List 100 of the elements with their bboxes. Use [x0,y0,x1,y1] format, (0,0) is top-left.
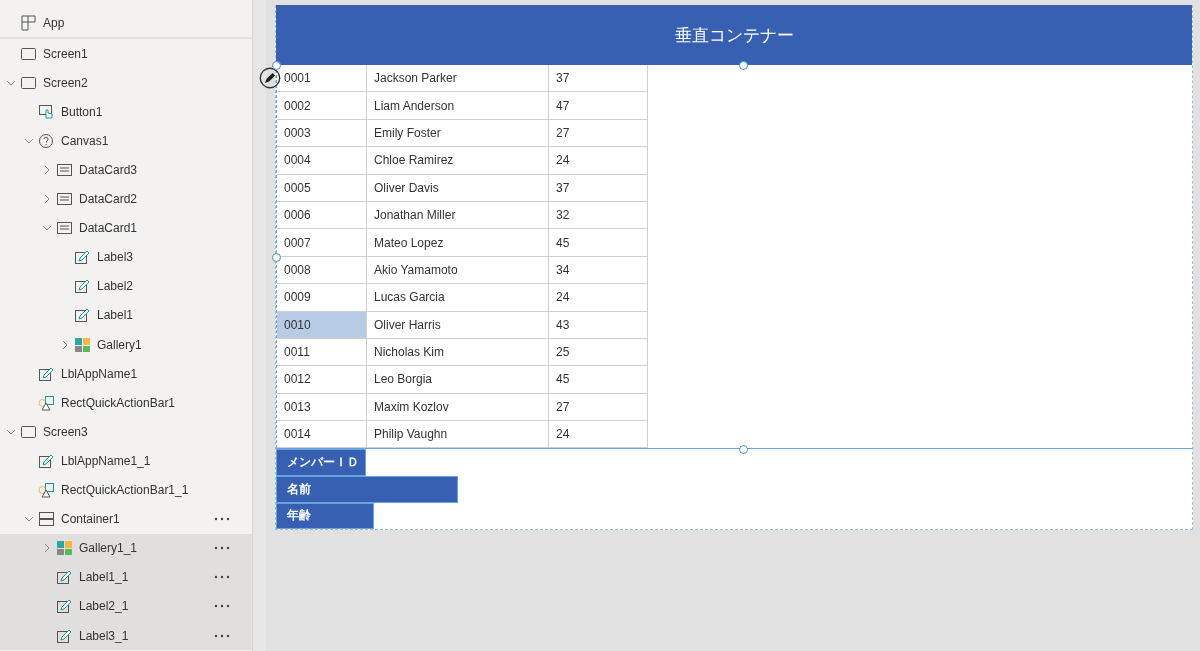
table-cell: 0003 [277,119,367,147]
table-cell: 0004 [277,147,367,174]
table-cell: 37 [549,65,648,92]
more-icon[interactable] [214,604,231,609]
more-icon[interactable] [214,633,231,638]
pencil-icon [56,627,74,644]
pencil-icon [74,278,92,295]
table-cell: Mateo Lopez [367,229,549,256]
chevron-down-icon[interactable] [42,225,52,232]
tree-item-label[interactable]: Label3 [97,250,253,265]
tree-item-label[interactable]: Screen2 [43,75,253,90]
chevron-right-icon[interactable] [44,194,50,205]
table-cell: 0009 [277,284,367,311]
chevron-down-icon[interactable] [24,137,34,144]
pencil-icon [74,249,92,266]
tree-item-label[interactable]: Screen1 [43,46,253,61]
tree-item-label[interactable]: Gallery1 [97,337,253,352]
table-cell: 45 [549,366,648,393]
table-cell: 45 [549,229,648,256]
table-cell: Lucas Garcia [367,284,549,311]
pencil-icon [38,452,56,469]
edit-icon[interactable] [259,67,281,89]
pencil-icon [74,307,92,324]
table-cell: Emily Foster [367,119,549,147]
table-cell: 34 [549,256,648,284]
table-cell: Akio Yamamoto [367,256,549,284]
pointer-icon [38,103,56,120]
table-cell: 0010 [277,311,367,338]
table-cell: 47 [549,92,648,119]
chevron-right-icon[interactable] [44,543,50,554]
table-cell: 0014 [277,421,367,448]
stack-icon [38,511,56,528]
table-cell: 0011 [277,338,367,366]
grid-icon [20,14,38,31]
table-cell: 24 [549,421,648,448]
resize-handle[interactable] [272,61,281,70]
table-cell: 24 [549,147,648,174]
tree-item-label[interactable]: DataCard2 [79,192,253,207]
pencil-icon [56,598,74,615]
card-icon [56,162,74,178]
tree-item-label[interactable]: Label2 [97,279,253,294]
chevron-right-icon[interactable] [62,339,68,350]
tree-item-label[interactable]: Label1 [97,308,253,323]
table-cell: 25 [549,338,648,366]
pencil-icon [38,365,56,382]
table-cell: Oliver Harris [367,311,549,338]
table-cell: Chloe Ramirez [367,147,549,174]
chevron-right-icon[interactable] [44,165,50,175]
table-cell: 27 [549,393,648,421]
chevron-down-icon[interactable] [6,79,16,86]
label-control[interactable]: 名前 [276,476,458,503]
tiles-icon [74,336,92,353]
table-cell: Jackson Parker [367,65,549,92]
table-cell: 0002 [277,92,367,119]
tree-item-label[interactable]: LblAppName1_1 [61,453,253,468]
shapes-icon [38,394,56,411]
table-cell: 0005 [277,174,367,201]
table-cell: Philip Vaughn [367,421,549,448]
screen-icon [20,74,38,91]
table-cell: Nicholas Kim [367,338,549,366]
resize-handle[interactable] [272,253,281,262]
table-cell: 27 [549,119,648,147]
tree-item-label[interactable]: DataCard3 [79,163,253,177]
tree-item-label[interactable]: Screen3 [43,424,253,439]
screen-icon [20,423,38,440]
label-control[interactable]: 年齢 [276,502,374,530]
table-cell: 0006 [277,201,367,229]
tree-item-label[interactable]: LblAppName1 [61,366,253,381]
table-cell: 43 [549,311,648,338]
more-icon[interactable] [214,575,231,580]
table-cell: Oliver Davis [367,174,549,201]
table-cell: 37 [549,174,648,201]
header-title: 垂直コンテナー [674,24,794,47]
tree-item-label[interactable]: Container1 [61,512,215,527]
tiles-icon [56,540,74,557]
table-cell: Jonathan Miller [367,201,549,229]
card-icon [56,191,74,208]
chevron-down-icon[interactable] [6,428,16,435]
card-icon [56,220,74,237]
label-control[interactable]: メンバーＩＤ [276,449,366,477]
resize-handle[interactable] [739,445,748,454]
chevron-down-icon[interactable] [24,516,34,523]
resize-handle[interactable] [739,61,748,70]
more-icon[interactable] [214,517,231,522]
more-icon[interactable] [214,546,231,551]
tree-item-label[interactable]: RectQuickActionBar1 [61,395,253,410]
pencil-icon [56,569,74,586]
table-cell: 32 [549,201,648,229]
tree-item-label[interactable]: App [43,15,253,30]
question-icon [38,132,56,149]
tree-item-label[interactable]: Button1 [61,104,253,119]
tree-item-label[interactable]: RectQuickActionBar1_1 [61,483,253,498]
tree-item-label[interactable]: Canvas1 [61,133,253,148]
screen-icon [20,45,38,62]
table-cell: 24 [549,284,648,311]
table-cell: 0012 [277,366,367,393]
table-cell: 0013 [277,393,367,421]
table-cell: Liam Anderson [367,92,549,119]
shapes-icon [38,482,56,499]
tree-item-label[interactable]: DataCard1 [79,221,253,236]
